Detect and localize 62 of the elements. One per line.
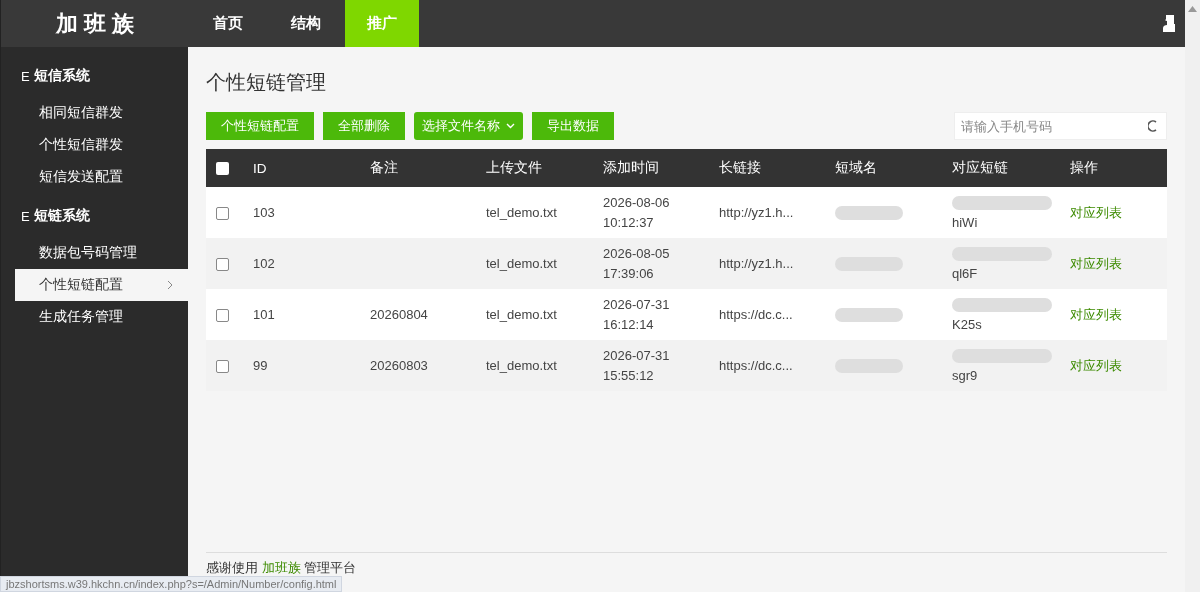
column-header: 上传文件	[476, 149, 593, 187]
sidebar-item[interactable]: 生成任务管理	[1, 301, 188, 333]
table-cell: 102	[243, 238, 360, 289]
column-header: 备注	[360, 149, 476, 187]
row-checkbox[interactable]	[216, 308, 229, 322]
redaction-blur	[835, 308, 903, 323]
select-all-checkbox[interactable]	[216, 162, 229, 176]
column-header: 操作	[1060, 149, 1167, 187]
sidebar-item[interactable]: 数据包号码管理	[1, 237, 188, 269]
row-checkbox[interactable]	[216, 359, 229, 373]
sidebar-group-title: 短链系统	[33, 207, 90, 225]
list-link[interactable]: 对应列表	[1070, 306, 1122, 322]
short-link-text: sgr9	[952, 367, 978, 383]
column-header: 添加时间	[593, 149, 709, 187]
table-cell: 2026-08-06 10:12:37	[593, 187, 709, 238]
brand-link[interactable]: 加班族	[261, 560, 301, 575]
page-title: 个性短链管理	[206, 70, 327, 95]
short-link-text: hiWi	[952, 214, 978, 230]
table-cell: tel_demo.txt	[476, 289, 593, 340]
table-cell: https://dc.c...	[709, 289, 825, 340]
redaction-blur	[835, 206, 903, 221]
nav-tab[interactable]: 结构	[267, 0, 345, 47]
table-cell: http://yz1.h...	[709, 187, 825, 238]
file-select-dropdown[interactable]: 选择文件名称	[414, 112, 523, 140]
sidebar-item[interactable]: 短信发送配置	[1, 161, 188, 193]
table-cell: 2026-07-31 16:12:14	[593, 289, 709, 340]
table-cell: tel_demo.txt	[476, 238, 593, 289]
table-cell: tel_demo.txt	[476, 187, 593, 238]
short-link-text: ql6F	[952, 265, 978, 281]
sidebar-group-title: 短信系统	[33, 67, 90, 85]
toolbar-button[interactable]: 导出数据	[532, 112, 614, 140]
group-icon-glyph: E	[21, 208, 30, 224]
column-header: 对应短链	[942, 149, 1060, 187]
column-header: ID	[243, 149, 360, 187]
list-link[interactable]: 对应列表	[1070, 255, 1122, 271]
table-cell: http://yz1.h...	[709, 238, 825, 289]
sidebar-item[interactable]: 相同短信群发	[1, 97, 188, 129]
table-cell: 20260804	[360, 289, 476, 340]
sidebar-item[interactable]: 个性短信群发	[1, 129, 188, 161]
short-link-text: K25s	[952, 316, 982, 332]
row-checkbox[interactable]	[216, 206, 229, 220]
table-cell: 101	[243, 289, 360, 340]
row-checkbox[interactable]	[216, 257, 229, 271]
chevron-right-icon	[166, 280, 174, 290]
status-url-tooltip: jbzshortsms.w39.hkchn.cn/index.php?s=/Admin/Number/config.html	[0, 576, 343, 592]
table-cell: 2026-08-05 17:39:06	[593, 238, 709, 289]
toolbar-button[interactable]: 个性短链配置	[206, 112, 314, 140]
nav-tab[interactable]: 首页	[189, 0, 267, 47]
group-icon-glyph: E	[21, 68, 30, 84]
user-icon[interactable]	[1163, 15, 1175, 32]
scroll-up-arrow-icon[interactable]	[1188, 6, 1197, 12]
column-header: 长链接	[709, 149, 825, 187]
loading-icon	[1148, 120, 1158, 132]
toolbar-button[interactable]: 全部删除	[323, 112, 405, 140]
sidebar-item[interactable]: 个性短链配置	[15, 269, 188, 301]
logo-text[interactable]: 加 班 族	[1, 0, 189, 47]
list-link[interactable]: 对应列表	[1070, 357, 1122, 373]
caret-down-icon	[506, 123, 515, 129]
search-box[interactable]: 请输入手机号码	[954, 112, 1167, 140]
table-cell: 103	[243, 187, 360, 238]
list-link[interactable]: 对应列表	[1070, 204, 1122, 220]
column-header: 短域名	[825, 149, 942, 187]
